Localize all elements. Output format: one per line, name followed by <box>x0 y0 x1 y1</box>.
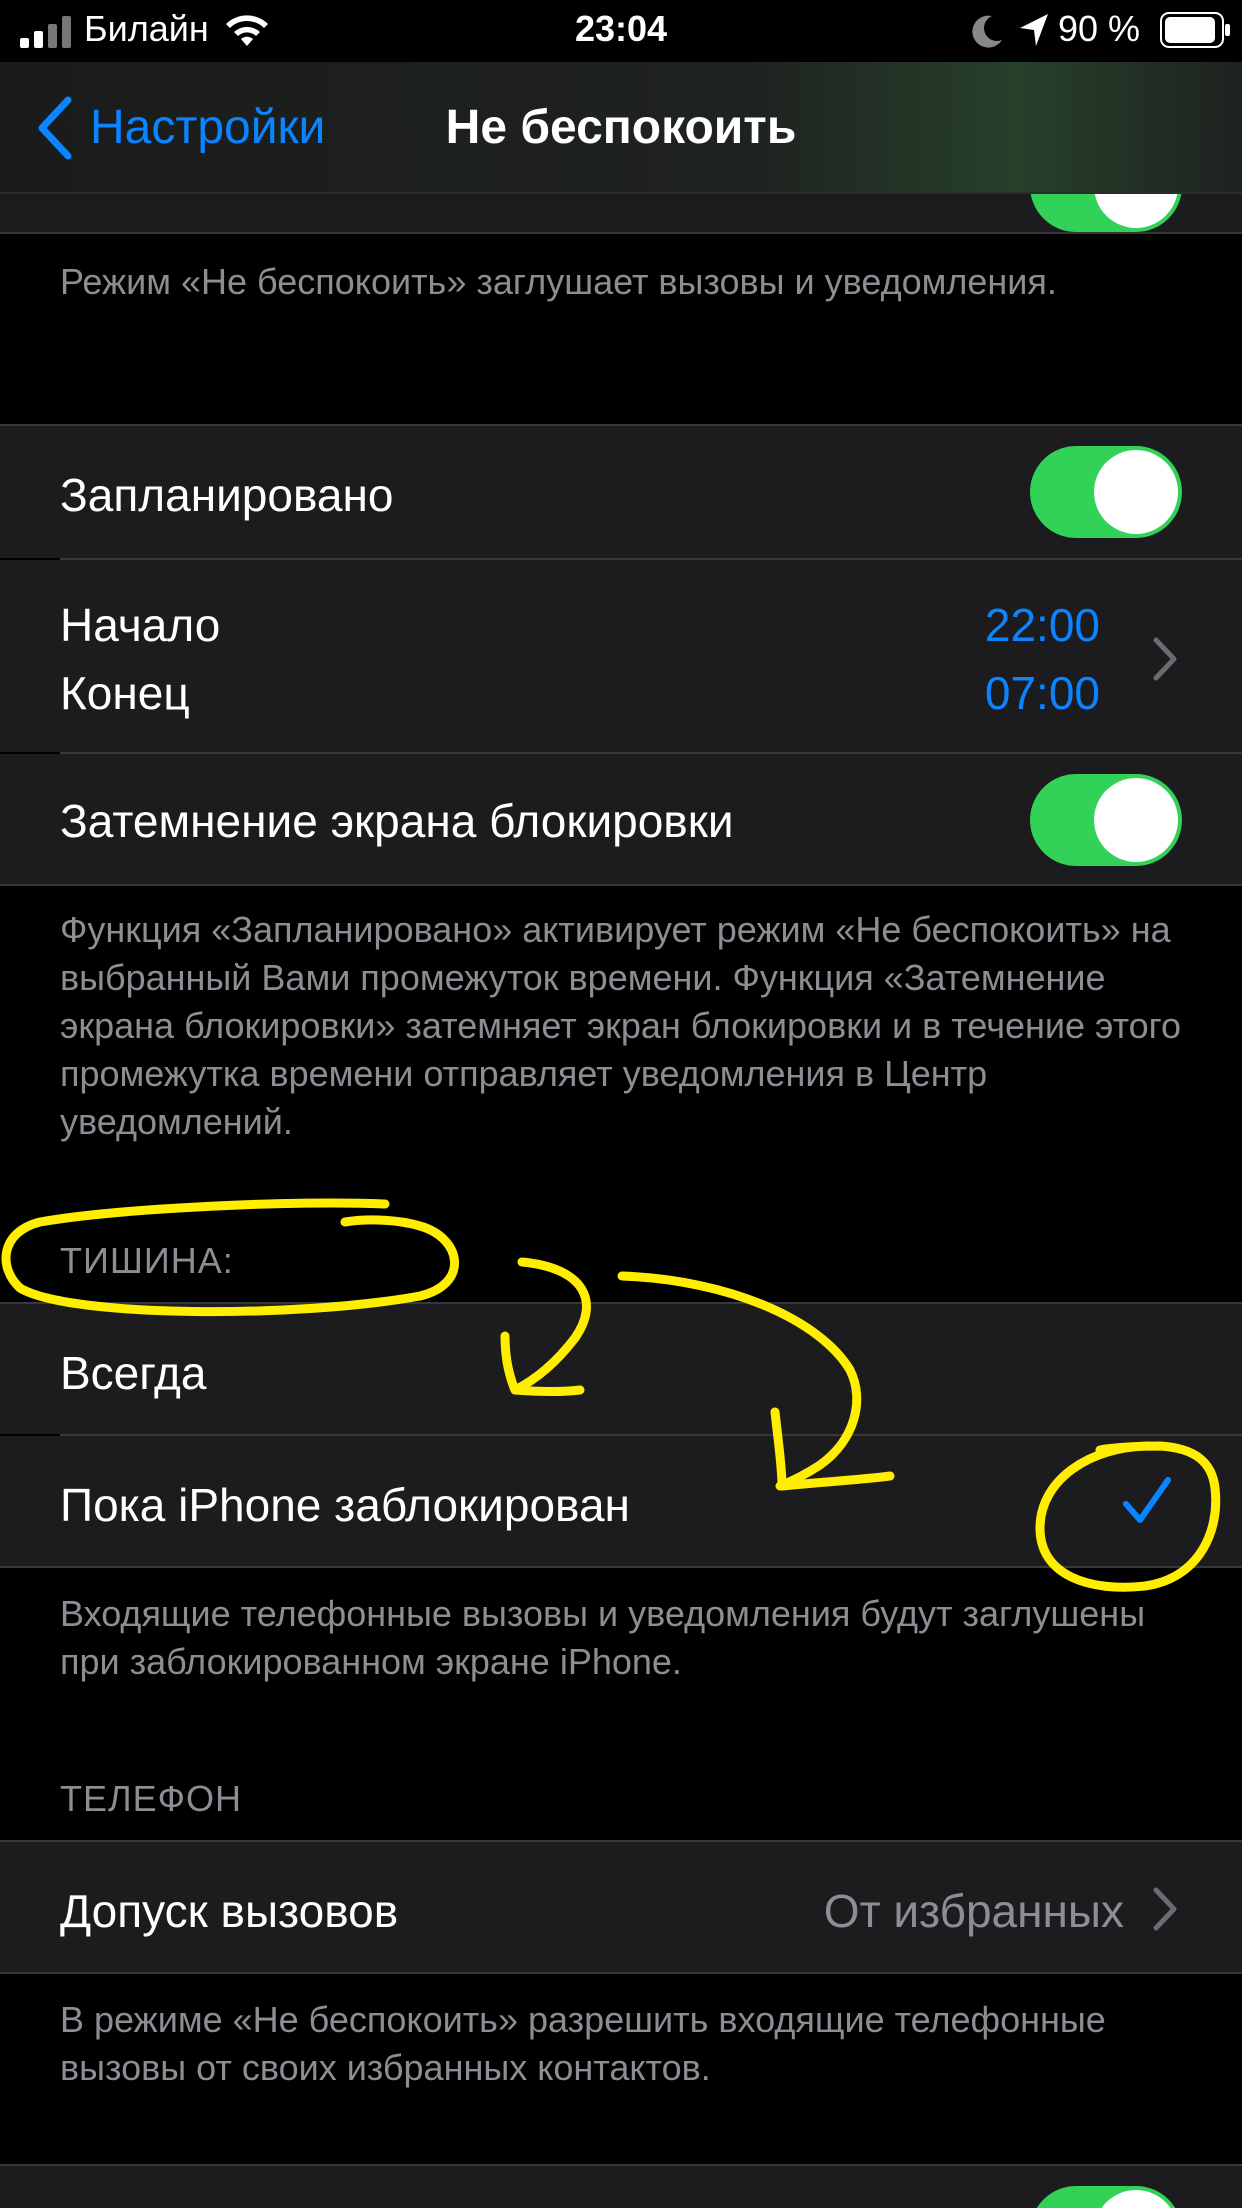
phone-header: ТЕЛЕФОН <box>60 1778 243 1819</box>
allow-calls-cell[interactable]: Допуск вызовов От избранных <box>0 1842 1242 1972</box>
separator <box>0 1566 1242 1568</box>
status-time: 23:04 <box>574 8 668 49</box>
repeated-calls-cell[interactable] <box>0 2166 1242 2208</box>
dnd-toggle-cell <box>0 194 1242 232</box>
checkmark-icon <box>1123 1477 1171 1523</box>
navigation-bar: Настройки Не беспокоить <box>0 62 1242 194</box>
separator <box>0 232 1242 234</box>
silence-header: ТИШИНА: <box>60 1240 234 1281</box>
allow-calls-value: От избранных <box>823 1885 1124 1937</box>
end-label: Конец <box>60 667 190 719</box>
scheduled-cell[interactable]: Запланировано <box>0 426 1242 558</box>
start-time-value: 22:00 <box>984 599 1100 651</box>
repeated-calls-switch[interactable] <box>1030 2186 1182 2208</box>
status-bar: Билайн 23:04 90 % <box>0 0 1242 62</box>
silence-locked-cell[interactable]: Пока iPhone заблокирован <box>0 1436 1242 1566</box>
start-label: Начало <box>60 599 221 651</box>
end-time-value: 07:00 <box>984 667 1100 719</box>
page-title: Не беспокоить <box>445 101 797 154</box>
dim-lock-screen-cell[interactable]: Затемнение экрана блокировки <box>0 754 1242 884</box>
location-icon <box>1020 14 1048 46</box>
scheduled-footer: Функция «Запланировано» активирует режим… <box>60 909 1182 1142</box>
chevron-right-icon <box>1153 1887 1177 1931</box>
dim-lock-screen-switch[interactable] <box>1030 774 1182 866</box>
battery-icon <box>1160 12 1230 48</box>
silence-always-label: Всегда <box>60 1347 207 1399</box>
allow-calls-label: Допуск вызовов <box>60 1885 399 1937</box>
phone-footer: В режиме «Не беспокоить» разрешить входя… <box>60 1999 1106 2088</box>
scheduled-label: Запланировано <box>60 469 394 521</box>
scheduled-switch[interactable] <box>1030 446 1182 538</box>
schedule-time-cell[interactable]: Начало Конец 22:00 07:00 <box>0 560 1242 752</box>
dim-lock-screen-label: Затемнение экрана блокировки <box>60 795 734 847</box>
silence-footer: Входящие телефонные вызовы и уведомления… <box>60 1593 1146 1682</box>
dnd-footer: Режим «Не беспокоить» заглушает вызовы и… <box>60 261 1057 302</box>
battery-percent: 90 % <box>1058 8 1141 49</box>
separator <box>0 884 1242 886</box>
silence-always-cell[interactable]: Всегда <box>0 1304 1242 1434</box>
chevron-right-icon <box>1153 637 1177 681</box>
separator <box>0 1972 1242 1974</box>
moon-icon <box>972 15 1002 48</box>
silence-locked-label: Пока iPhone заблокирован <box>60 1479 630 1531</box>
